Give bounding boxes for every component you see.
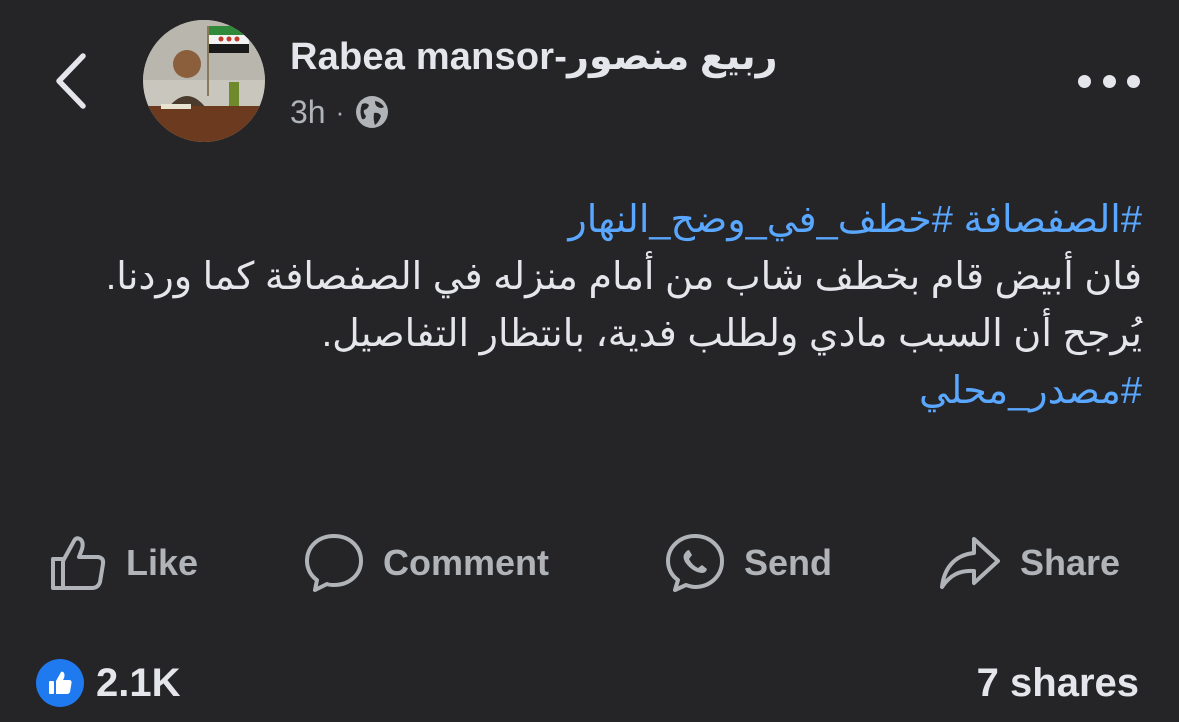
hashtags-line: #الصفصافة #خطف_في_وضح_النهار: [40, 192, 1142, 249]
send-label: Send: [744, 542, 833, 583]
post-view: Rabea mansor-ربيع منصور 3h · #الصفصافة #…: [0, 0, 1179, 722]
post-paragraph: يُرجح أن السبب مادي ولطلب فدية، بانتظار …: [321, 313, 1142, 355]
avatar[interactable]: [143, 20, 265, 142]
send-button[interactable]: Send: [664, 528, 832, 598]
share-count[interactable]: 7 shares: [977, 658, 1139, 708]
share-button[interactable]: Share: [938, 528, 1120, 598]
post-paragraph: فان أبيض قام بخطف شاب من أمام منزله في ا…: [105, 256, 1142, 298]
thumbs-up-icon: [51, 536, 106, 590]
post-actions-bar: Like Comment Send Share: [0, 528, 1179, 598]
comment-bubble-icon: [305, 534, 363, 592]
post-meta: 3h ·: [290, 92, 390, 132]
hashtag-link[interactable]: #خطف_في_وضح_النهار: [568, 199, 953, 241]
meta-separator: ·: [335, 96, 345, 127]
hashtag-link[interactable]: #الصفصافة: [963, 199, 1142, 241]
hashtag-link[interactable]: #مصدر_محلي: [919, 370, 1142, 412]
more-options-button[interactable]: [1078, 66, 1140, 96]
avatar-photo: [143, 20, 265, 142]
globe-icon: [356, 96, 389, 128]
more-horizontal-icon-dot: [1127, 74, 1140, 88]
more-horizontal-icon-dot: [1078, 74, 1091, 88]
author-name[interactable]: Rabea mansor-ربيع منصور: [290, 34, 778, 79]
like-label: Like: [126, 542, 199, 583]
more-horizontal-icon-dot: [1102, 74, 1116, 88]
back-button[interactable]: [46, 48, 94, 114]
like-button[interactable]: Like: [48, 528, 198, 598]
share-arrow-icon: [940, 537, 1000, 589]
reaction-count: 2.1K: [96, 660, 181, 705]
like-reaction-icon: [36, 659, 84, 707]
comment-button[interactable]: Comment: [303, 528, 549, 598]
post-text: #الصفصافة #خطف_في_وضح_النهار فان أبيض قا…: [40, 192, 1142, 420]
reaction-summary[interactable]: 2.1K: [36, 658, 181, 708]
chevron-left-icon: [56, 53, 86, 109]
share-label: Share: [1020, 542, 1121, 583]
comment-label: Comment: [383, 542, 550, 583]
post-timestamp[interactable]: 3h: [290, 94, 326, 131]
messenger-icon: [666, 534, 724, 592]
source-hashtag-line: #مصدر_محلي: [40, 363, 1142, 420]
